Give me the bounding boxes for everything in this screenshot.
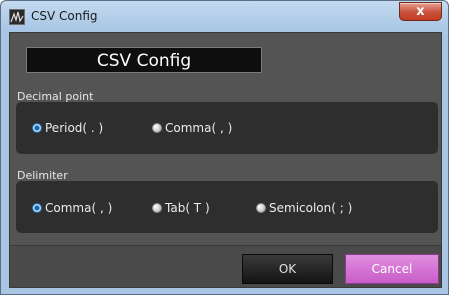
decimal-point-group: Period( . ) Comma( , )	[16, 102, 438, 154]
radio-selected-icon	[32, 123, 42, 133]
title-bar[interactable]: CSV Config x	[1, 1, 448, 31]
radio-unselected-icon	[152, 203, 162, 213]
waveform-app-icon	[9, 9, 25, 25]
radio-comma-decimal[interactable]: Comma( , )	[152, 121, 232, 135]
close-button[interactable]: x	[399, 2, 442, 21]
header-banner: CSV Config	[26, 47, 262, 73]
radio-unselected-icon	[256, 203, 266, 213]
radio-period[interactable]: Period( . )	[32, 121, 103, 135]
dialog-body: CSV Config Decimal point Period( . ) Com…	[9, 32, 442, 288]
radio-semicolon[interactable]: Semicolon( ; )	[256, 201, 352, 215]
radio-semicolon-label: Semicolon( ; )	[269, 201, 353, 215]
button-bar: OK Cancel	[10, 245, 441, 287]
radio-tab[interactable]: Tab( T )	[152, 201, 210, 215]
delimiter-group: Comma( , ) Tab( T ) Semicolon( ; )	[16, 181, 438, 233]
radio-comma-decimal-label: Comma( , )	[165, 121, 233, 135]
cancel-button[interactable]: Cancel	[345, 254, 439, 284]
radio-tab-label: Tab( T )	[165, 201, 210, 215]
dialog-window: CSV Config x CSV Config Decimal point Pe…	[0, 0, 449, 295]
window-title: CSV Config	[31, 9, 98, 23]
radio-unselected-icon	[152, 123, 162, 133]
close-icon: x	[416, 4, 425, 19]
header-title: CSV Config	[96, 51, 192, 71]
ok-button[interactable]: OK	[242, 254, 333, 284]
radio-comma-delimiter[interactable]: Comma( , )	[32, 201, 112, 215]
radio-comma-delimiter-label: Comma( , )	[45, 201, 113, 215]
radio-selected-icon	[32, 203, 42, 213]
radio-period-label: Period( . )	[45, 121, 104, 135]
